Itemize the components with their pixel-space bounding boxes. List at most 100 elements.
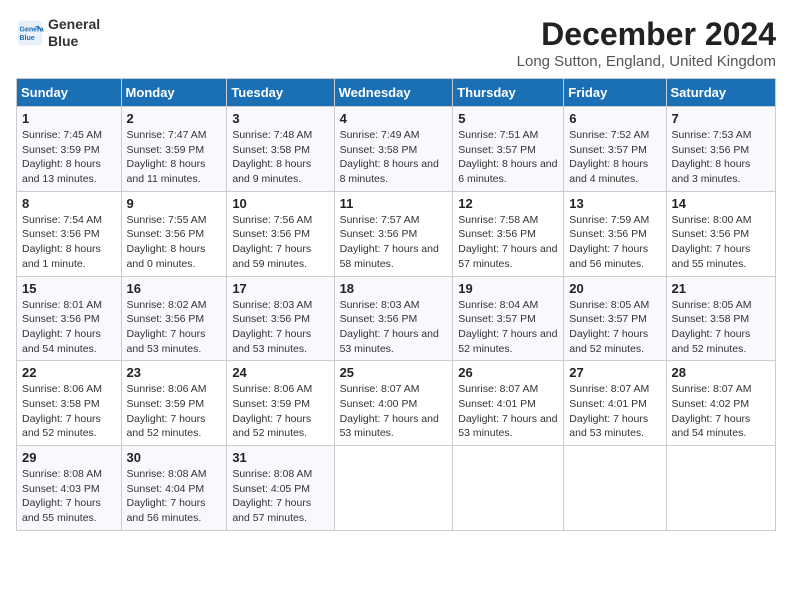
day-cell-31: 31 Sunrise: 8:08 AM Sunset: 4:05 PM Dayl… [227,446,334,531]
day-info: Sunrise: 8:06 AM Sunset: 3:59 PM Dayligh… [127,382,222,441]
weekday-header-thursday: Thursday [453,79,564,107]
day-info: Sunrise: 8:03 AM Sunset: 3:56 PM Dayligh… [340,298,448,357]
day-cell-12: 12 Sunrise: 7:58 AM Sunset: 3:56 PM Dayl… [453,191,564,276]
day-info: Sunrise: 8:06 AM Sunset: 3:58 PM Dayligh… [22,382,116,441]
empty-cell [334,446,453,531]
day-cell-1: 1 Sunrise: 7:45 AM Sunset: 3:59 PM Dayli… [17,107,122,192]
weekday-header-sunday: Sunday [17,79,122,107]
week-row-4: 22 Sunrise: 8:06 AM Sunset: 3:58 PM Dayl… [17,361,776,446]
day-number: 2 [127,111,222,126]
empty-cell [666,446,775,531]
day-cell-3: 3 Sunrise: 7:48 AM Sunset: 3:58 PM Dayli… [227,107,334,192]
day-number: 19 [458,281,558,296]
day-number: 30 [127,450,222,465]
weekday-header-friday: Friday [564,79,666,107]
day-cell-22: 22 Sunrise: 8:06 AM Sunset: 3:58 PM Dayl… [17,361,122,446]
day-info: Sunrise: 8:05 AM Sunset: 3:57 PM Dayligh… [569,298,660,357]
weekday-header-saturday: Saturday [666,79,775,107]
day-number: 6 [569,111,660,126]
day-cell-17: 17 Sunrise: 8:03 AM Sunset: 3:56 PM Dayl… [227,276,334,361]
day-info: Sunrise: 7:56 AM Sunset: 3:56 PM Dayligh… [232,213,328,272]
day-info: Sunrise: 7:54 AM Sunset: 3:56 PM Dayligh… [22,213,116,272]
day-cell-26: 26 Sunrise: 8:07 AM Sunset: 4:01 PM Dayl… [453,361,564,446]
day-number: 13 [569,196,660,211]
day-cell-11: 11 Sunrise: 7:57 AM Sunset: 3:56 PM Dayl… [334,191,453,276]
day-cell-7: 7 Sunrise: 7:53 AM Sunset: 3:56 PM Dayli… [666,107,775,192]
day-cell-20: 20 Sunrise: 8:05 AM Sunset: 3:57 PM Dayl… [564,276,666,361]
day-info: Sunrise: 7:49 AM Sunset: 3:58 PM Dayligh… [340,128,448,187]
day-info: Sunrise: 7:45 AM Sunset: 3:59 PM Dayligh… [22,128,116,187]
day-cell-25: 25 Sunrise: 8:07 AM Sunset: 4:00 PM Dayl… [334,361,453,446]
day-cell-9: 9 Sunrise: 7:55 AM Sunset: 3:56 PM Dayli… [121,191,227,276]
day-number: 21 [672,281,770,296]
day-number: 28 [672,365,770,380]
empty-cell [564,446,666,531]
day-info: Sunrise: 7:47 AM Sunset: 3:59 PM Dayligh… [127,128,222,187]
day-info: Sunrise: 7:52 AM Sunset: 3:57 PM Dayligh… [569,128,660,187]
day-cell-19: 19 Sunrise: 8:04 AM Sunset: 3:57 PM Dayl… [453,276,564,361]
title-area: December 2024 Long Sutton, England, Unit… [517,16,776,70]
day-cell-2: 2 Sunrise: 7:47 AM Sunset: 3:59 PM Dayli… [121,107,227,192]
day-number: 18 [340,281,448,296]
day-info: Sunrise: 8:00 AM Sunset: 3:56 PM Dayligh… [672,213,770,272]
day-cell-6: 6 Sunrise: 7:52 AM Sunset: 3:57 PM Dayli… [564,107,666,192]
day-info: Sunrise: 7:51 AM Sunset: 3:57 PM Dayligh… [458,128,558,187]
day-info: Sunrise: 8:06 AM Sunset: 3:59 PM Dayligh… [232,382,328,441]
weekday-header-monday: Monday [121,79,227,107]
day-number: 5 [458,111,558,126]
logo: General Blue General Blue [16,16,100,50]
day-cell-18: 18 Sunrise: 8:03 AM Sunset: 3:56 PM Dayl… [334,276,453,361]
day-info: Sunrise: 8:04 AM Sunset: 3:57 PM Dayligh… [458,298,558,357]
day-number: 16 [127,281,222,296]
day-cell-16: 16 Sunrise: 8:02 AM Sunset: 3:56 PM Dayl… [121,276,227,361]
week-row-5: 29 Sunrise: 8:08 AM Sunset: 4:03 PM Dayl… [17,446,776,531]
day-number: 3 [232,111,328,126]
day-cell-24: 24 Sunrise: 8:06 AM Sunset: 3:59 PM Dayl… [227,361,334,446]
day-info: Sunrise: 8:03 AM Sunset: 3:56 PM Dayligh… [232,298,328,357]
day-number: 10 [232,196,328,211]
day-cell-4: 4 Sunrise: 7:49 AM Sunset: 3:58 PM Dayli… [334,107,453,192]
day-info: Sunrise: 8:07 AM Sunset: 4:01 PM Dayligh… [569,382,660,441]
day-cell-30: 30 Sunrise: 8:08 AM Sunset: 4:04 PM Dayl… [121,446,227,531]
day-number: 14 [672,196,770,211]
day-info: Sunrise: 8:02 AM Sunset: 3:56 PM Dayligh… [127,298,222,357]
day-cell-27: 27 Sunrise: 8:07 AM Sunset: 4:01 PM Dayl… [564,361,666,446]
day-info: Sunrise: 8:07 AM Sunset: 4:01 PM Dayligh… [458,382,558,441]
day-cell-15: 15 Sunrise: 8:01 AM Sunset: 3:56 PM Dayl… [17,276,122,361]
empty-cell [453,446,564,531]
day-cell-29: 29 Sunrise: 8:08 AM Sunset: 4:03 PM Dayl… [17,446,122,531]
day-number: 22 [22,365,116,380]
day-info: Sunrise: 8:05 AM Sunset: 3:58 PM Dayligh… [672,298,770,357]
page-header: General Blue General Blue December 2024 … [16,16,776,70]
day-number: 27 [569,365,660,380]
day-number: 24 [232,365,328,380]
day-number: 1 [22,111,116,126]
day-info: Sunrise: 7:57 AM Sunset: 3:56 PM Dayligh… [340,213,448,272]
logo-line1: General [48,16,100,33]
day-number: 7 [672,111,770,126]
month-title: December 2024 [517,16,776,53]
weekday-header-tuesday: Tuesday [227,79,334,107]
day-cell-21: 21 Sunrise: 8:05 AM Sunset: 3:58 PM Dayl… [666,276,775,361]
day-number: 20 [569,281,660,296]
day-number: 11 [340,196,448,211]
logo-line2: Blue [48,33,100,50]
day-number: 4 [340,111,448,126]
day-info: Sunrise: 8:08 AM Sunset: 4:04 PM Dayligh… [127,467,222,526]
svg-text:Blue: Blue [20,35,35,42]
day-info: Sunrise: 7:58 AM Sunset: 3:56 PM Dayligh… [458,213,558,272]
day-cell-8: 8 Sunrise: 7:54 AM Sunset: 3:56 PM Dayli… [17,191,122,276]
week-row-1: 1 Sunrise: 7:45 AM Sunset: 3:59 PM Dayli… [17,107,776,192]
day-number: 26 [458,365,558,380]
day-info: Sunrise: 7:55 AM Sunset: 3:56 PM Dayligh… [127,213,222,272]
day-number: 23 [127,365,222,380]
day-cell-5: 5 Sunrise: 7:51 AM Sunset: 3:57 PM Dayli… [453,107,564,192]
day-cell-23: 23 Sunrise: 8:06 AM Sunset: 3:59 PM Dayl… [121,361,227,446]
day-number: 31 [232,450,328,465]
calendar-table: SundayMondayTuesdayWednesdayThursdayFrid… [16,78,776,531]
day-number: 12 [458,196,558,211]
location-title: Long Sutton, England, United Kingdom [517,53,776,70]
day-number: 17 [232,281,328,296]
week-row-2: 8 Sunrise: 7:54 AM Sunset: 3:56 PM Dayli… [17,191,776,276]
day-info: Sunrise: 7:48 AM Sunset: 3:58 PM Dayligh… [232,128,328,187]
